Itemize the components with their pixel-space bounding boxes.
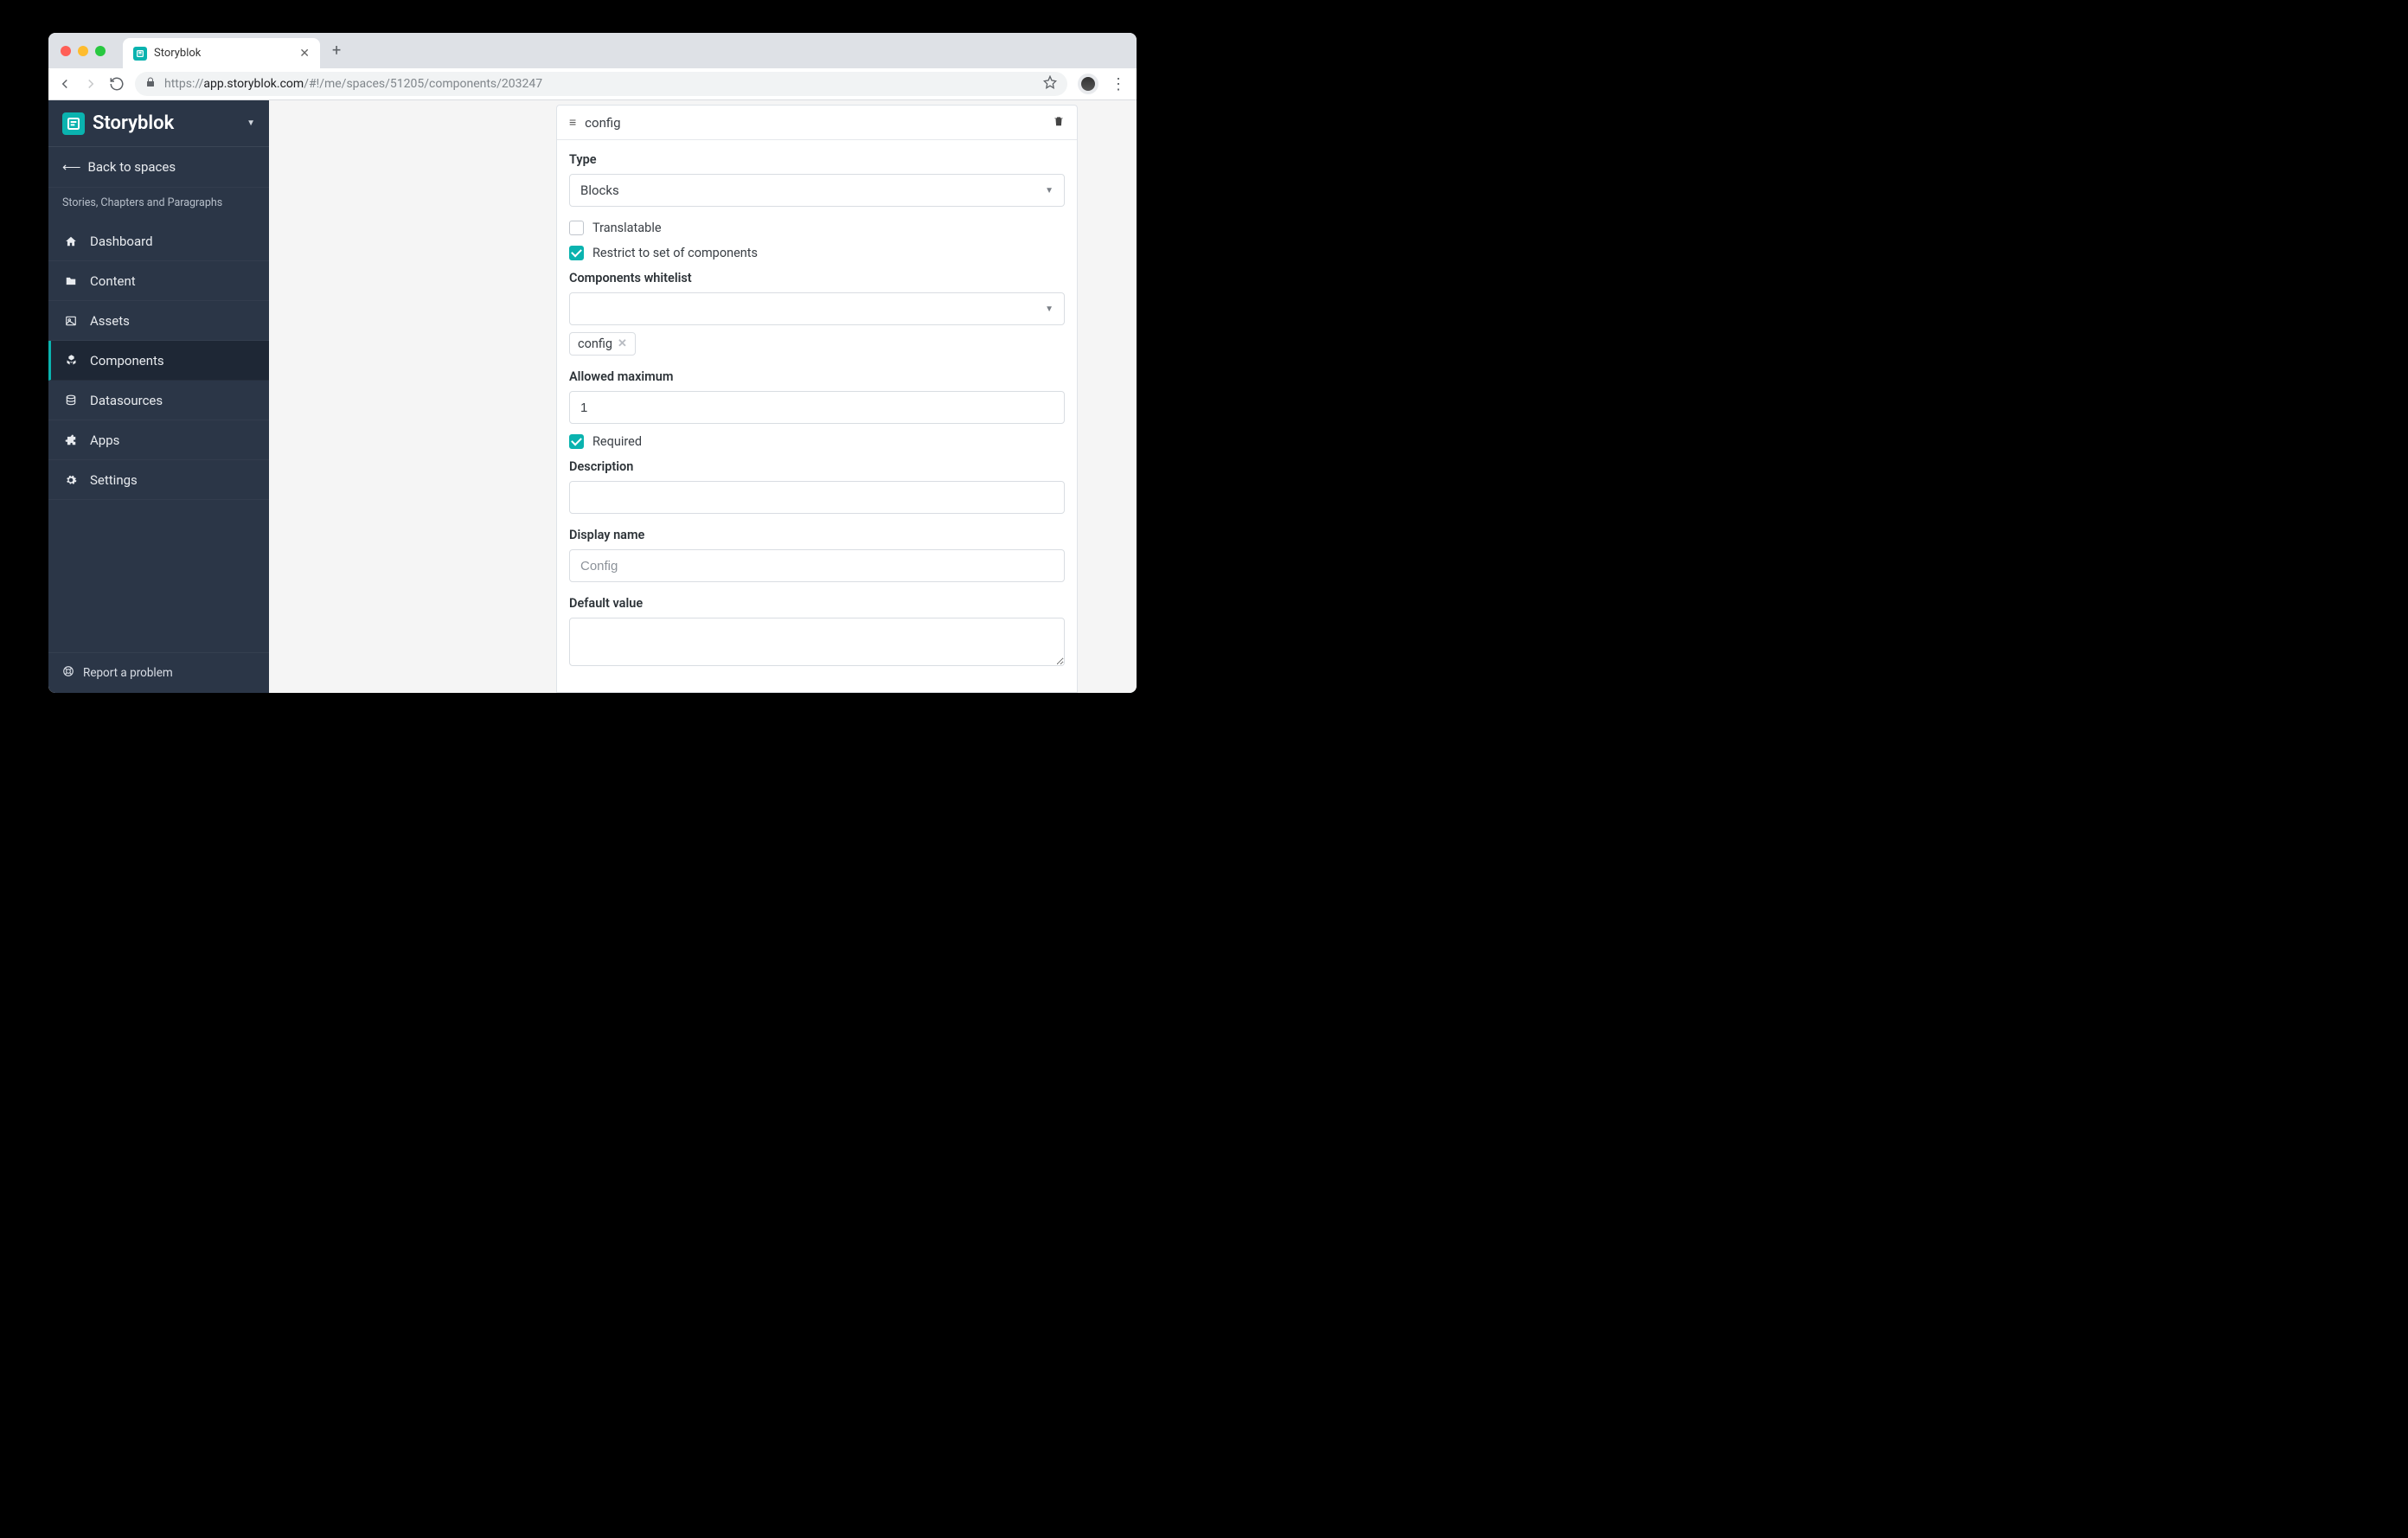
whitelist-select[interactable]: ▼: [569, 292, 1065, 325]
type-label: Type: [569, 152, 1065, 167]
app-body: Storyblok ▼ ⟵ Back to spaces Stories, Ch…: [48, 100, 1137, 693]
whitelist-chip: config ✕: [569, 332, 636, 356]
arrow-left-icon: ⟵: [62, 159, 81, 175]
schema-field-panel: ≡ config Type Blocks ▼: [556, 105, 1078, 693]
back-button[interactable]: [57, 76, 73, 92]
profile-avatar[interactable]: [1078, 74, 1098, 94]
folder-icon: [64, 275, 78, 287]
translatable-label: Translatable: [592, 221, 662, 235]
checkbox-checked-icon: [569, 246, 584, 260]
sidebar-item-dashboard[interactable]: Dashboard: [48, 221, 269, 261]
tab-close-icon[interactable]: ✕: [299, 47, 310, 61]
maximize-window-button[interactable]: [95, 46, 106, 56]
home-icon: [64, 235, 78, 247]
browser-tabbar: Storyblok ✕ +: [48, 33, 1137, 68]
back-to-spaces-link[interactable]: ⟵ Back to spaces: [48, 147, 269, 188]
new-tab-button[interactable]: +: [332, 42, 341, 60]
brand-header[interactable]: Storyblok ▼: [48, 100, 269, 147]
sidebar-item-settings[interactable]: Settings: [48, 460, 269, 500]
minimize-window-button[interactable]: [78, 46, 88, 56]
sidebar-item-label: Components: [90, 353, 164, 368]
default-textarea[interactable]: [569, 618, 1065, 666]
field-whitelist: Components whitelist ▼ config ✕: [569, 271, 1065, 356]
sidebar-item-label: Dashboard: [90, 234, 153, 249]
url-text: https://app.storyblok.com/#!/me/spaces/5…: [164, 77, 1034, 91]
panel-title: config: [585, 115, 620, 131]
address-bar[interactable]: https://app.storyblok.com/#!/me/spaces/5…: [135, 72, 1067, 96]
description-label: Description: [569, 459, 1065, 474]
tab-title: Storyblok: [154, 47, 292, 60]
max-input[interactable]: [569, 391, 1065, 424]
window-controls: [61, 46, 106, 56]
brand-caret-icon[interactable]: ▼: [247, 119, 255, 128]
chip-remove-icon[interactable]: ✕: [618, 337, 627, 350]
cubes-icon: [64, 354, 78, 367]
checkbox-icon: [569, 221, 584, 235]
field-display-name: Display name: [569, 528, 1065, 582]
required-checkbox[interactable]: Required: [569, 434, 1065, 449]
field-default-value: Default value: [569, 596, 1065, 670]
browser-window: Storyblok ✕ + https://app.storyblok.com/…: [48, 33, 1137, 693]
restrict-checkbox[interactable]: Restrict to set of components: [569, 246, 1065, 260]
restrict-label: Restrict to set of components: [592, 246, 758, 260]
sidebar-item-label: Datasources: [90, 393, 163, 408]
bookmark-icon[interactable]: [1043, 75, 1057, 93]
display-label: Display name: [569, 528, 1065, 542]
sidebar-item-datasources[interactable]: Datasources: [48, 381, 269, 420]
translatable-checkbox[interactable]: Translatable: [569, 221, 1065, 235]
sidebar: Storyblok ▼ ⟵ Back to spaces Stories, Ch…: [48, 100, 269, 693]
gear-icon: [64, 474, 78, 486]
type-value: Blocks: [580, 183, 619, 198]
report-problem-link[interactable]: Report a problem: [48, 652, 269, 693]
field-max: Allowed maximum: [569, 369, 1065, 424]
brand-name: Storyblok: [93, 112, 239, 134]
sidebar-item-apps[interactable]: Apps: [48, 420, 269, 460]
required-label: Required: [592, 434, 642, 449]
chip-label: config: [578, 336, 612, 351]
browser-toolbar: https://app.storyblok.com/#!/me/spaces/5…: [48, 68, 1137, 100]
lock-icon: [145, 76, 156, 92]
report-label: Report a problem: [83, 666, 173, 680]
database-icon: [64, 394, 78, 407]
forward-button[interactable]: [83, 76, 99, 92]
space-name: Stories, Chapters and Paragraphs: [48, 188, 269, 221]
image-icon: [64, 315, 78, 327]
back-label: Back to spaces: [88, 159, 176, 175]
sidebar-item-components[interactable]: Components: [48, 341, 269, 381]
sidebar-item-assets[interactable]: Assets: [48, 301, 269, 341]
puzzle-icon: [64, 434, 78, 446]
panel-body: Type Blocks ▼ Translatable Restrict to s…: [557, 140, 1077, 670]
close-window-button[interactable]: [61, 46, 71, 56]
reload-button[interactable]: [109, 76, 125, 92]
description-input[interactable]: [569, 481, 1065, 514]
checkbox-checked-icon: [569, 434, 584, 449]
chevron-down-icon: ▼: [1045, 304, 1054, 314]
sidebar-item-content[interactable]: Content: [48, 261, 269, 301]
main-area: ≡ config Type Blocks ▼: [269, 100, 1137, 693]
default-label: Default value: [569, 596, 1065, 611]
sidebar-item-label: Assets: [90, 313, 130, 329]
brand-logo-icon: [62, 112, 85, 135]
delete-field-button[interactable]: [1053, 115, 1065, 131]
whitelist-label: Components whitelist: [569, 271, 1065, 285]
field-description: Description: [569, 459, 1065, 514]
sidebar-item-label: Content: [90, 273, 136, 289]
type-select[interactable]: Blocks ▼: [569, 174, 1065, 207]
field-type: Type Blocks ▼: [569, 152, 1065, 207]
display-input[interactable]: [569, 549, 1065, 582]
max-label: Allowed maximum: [569, 369, 1065, 384]
sidebar-nav: Dashboard Content Assets Components Data…: [48, 221, 269, 652]
browser-tab[interactable]: Storyblok ✕: [123, 38, 320, 68]
sidebar-item-label: Apps: [90, 433, 119, 448]
tab-favicon-icon: [133, 47, 147, 61]
drag-handle-icon[interactable]: ≡: [569, 115, 576, 130]
chevron-down-icon: ▼: [1045, 186, 1054, 195]
lifebuoy-icon: [62, 665, 74, 681]
browser-menu-icon[interactable]: ⋮: [1109, 75, 1128, 93]
panel-header: ≡ config: [557, 106, 1077, 140]
sidebar-item-label: Settings: [90, 472, 138, 488]
